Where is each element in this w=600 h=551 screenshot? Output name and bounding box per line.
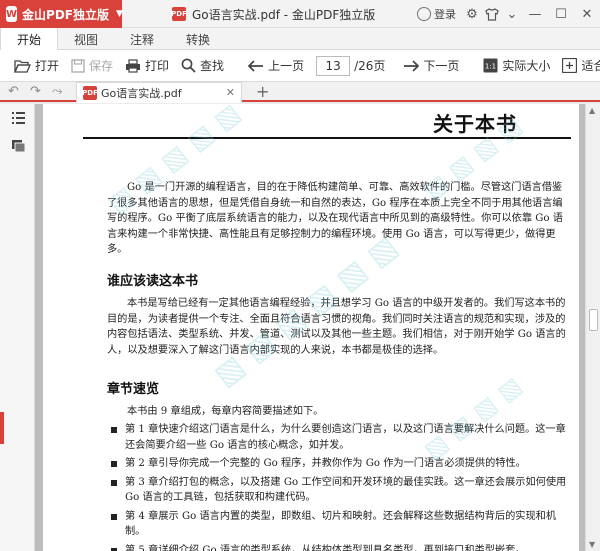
actual-size-button[interactable]: 1:1 实际大小: [483, 57, 550, 74]
list-item: 第 2 章引导你完成一个完整的 Go 程序，并教你作为 Go 作为一门语言必须提…: [107, 456, 571, 472]
fit-button[interactable]: 适合: [562, 57, 600, 74]
user-avatar-icon: [417, 7, 431, 21]
scroll-thumb[interactable]: [589, 309, 598, 331]
find-button[interactable]: 查找: [181, 57, 224, 74]
fit-label: 适合: [581, 59, 600, 73]
prev-page-label: 上一页: [268, 59, 305, 73]
section-heading-audience: 谁应该读这本书: [107, 274, 199, 289]
title-bar: W 金山PDF独立版 ▼ PDF Go语言实战.pdf - 金山PDF独立版 登…: [0, 0, 600, 28]
save-disk-icon: [71, 58, 85, 73]
ribbon-tabs: 开始 视图 注释 转换: [0, 28, 600, 51]
new-tab-plus-icon[interactable]: +: [256, 82, 269, 102]
folder-open-icon: [14, 59, 31, 73]
undo-icon[interactable]: ↶: [8, 84, 19, 99]
document-viewport[interactable]: 关于本书 Go 是一门开源的编程语言，目的在于降低构建简单、可靠、高效软件的门槛…: [35, 104, 585, 551]
title-bar-controls: 登录 ⚙ ⌄ — ☐ ✕: [417, 0, 600, 28]
scroll-down-icon[interactable]: ▼: [589, 540, 595, 549]
fit-page-icon: [562, 58, 578, 73]
section-heading-chapters: 章节速览: [107, 382, 160, 397]
printer-icon: [126, 58, 141, 73]
outline-list-icon[interactable]: [12, 112, 25, 124]
vertical-scrollbar[interactable]: ▲ ▼: [585, 104, 600, 551]
list-item: 第 3 章介绍打包的概念，以及搭建 Go 工作空间和开发环境的最佳实践。这一章还…: [107, 475, 571, 506]
annotations-icon[interactable]: [12, 140, 25, 153]
save-button[interactable]: 保存: [71, 57, 113, 74]
tab-view[interactable]: 视图: [58, 28, 114, 50]
pdf-page: 关于本书 Go 是一门开源的编程语言，目的在于降低构建简单、可靠、高效软件的门槛…: [43, 104, 579, 551]
close-tab-icon[interactable]: ✕: [226, 86, 235, 99]
sidebar-collapse-handle[interactable]: [0, 412, 4, 444]
next-page-label: 下一页: [423, 59, 460, 73]
main-toolbar: 打开 保存 打印 查找 上一页 /26页 下一页 1:1 实际大小: [0, 50, 600, 82]
skin-shirt-icon[interactable]: [482, 0, 502, 28]
chevron-down-icon: ▼: [116, 9, 123, 19]
intro-text: Go 是一门开源的编程语言，目的在于降低构建简单、可靠、高效软件的门槛。尽管这门…: [107, 182, 563, 255]
tab-start[interactable]: 开始: [0, 28, 59, 51]
maximize-button[interactable]: ☐: [548, 0, 574, 28]
audience-paragraph: 本书是写给已经有一定其他语言编程经验，并且想学习 Go 语言的中级开发者的。我们…: [107, 296, 571, 358]
chapters-intro: 本书由 9 章组成，每章内容简要描述如下。: [107, 404, 571, 420]
page-number-input[interactable]: [316, 55, 351, 76]
minimize-button[interactable]: —: [522, 0, 548, 28]
scroll-up-icon[interactable]: ▲: [589, 106, 595, 115]
forward-icon[interactable]: ⤳: [52, 84, 62, 99]
app-window: W 金山PDF独立版 ▼ PDF Go语言实战.pdf - 金山PDF独立版 登…: [0, 0, 600, 551]
list-item: 第 5 章详细介绍 Go 语言的类型系统，从结构体类型到具名类型，再到接口和类型…: [107, 543, 571, 551]
app-logo-icon: W: [6, 6, 18, 22]
app-menu-button[interactable]: W 金山PDF独立版 ▼: [0, 0, 123, 28]
page-heading: 关于本书: [433, 112, 517, 136]
window-title-text: Go语言实战.pdf - 金山PDF独立版: [192, 7, 376, 22]
settings-gear-icon[interactable]: ⚙: [462, 0, 482, 28]
list-item: 第 1 章快速介绍这门语言是什么，为什么要创造这门语言，以及这门语言要解决什么问…: [107, 422, 571, 453]
open-button[interactable]: 打开: [14, 57, 59, 74]
find-label: 查找: [200, 59, 225, 73]
search-icon: [181, 58, 196, 73]
document-tab-label: Go语言实战.pdf: [101, 87, 182, 100]
svg-text:1:1: 1:1: [485, 63, 496, 71]
chapter-list: 第 1 章快速介绍这门语言是什么，为什么要创造这门语言，以及这门语言要解决什么问…: [107, 422, 571, 551]
window-title: PDF Go语言实战.pdf - 金山PDF独立版: [171, 0, 376, 28]
next-page-button[interactable]: 下一页: [403, 57, 459, 74]
intro-paragraph: Go 是一门开源的编程语言，目的在于降低构建简单、可靠、高效软件的门槛。尽管这门…: [107, 180, 571, 258]
arrow-left-icon: [248, 59, 264, 72]
page-total-label: /26页: [354, 59, 386, 73]
login-button[interactable]: 登录: [417, 6, 456, 22]
document-tab-bar: ↶ ↷ ⤳ PDF Go语言实战.pdf ✕ +: [0, 82, 600, 103]
print-button[interactable]: 打印: [125, 57, 169, 74]
save-label: 保存: [89, 59, 114, 73]
actual-size-label: 实际大小: [502, 59, 551, 73]
app-brand-label: 金山PDF独立版: [22, 7, 109, 22]
left-sidebar: [0, 104, 35, 551]
close-window-button[interactable]: ✕: [574, 0, 600, 28]
print-label: 打印: [145, 59, 170, 73]
menu-chevron-down-icon[interactable]: ⌄: [502, 0, 522, 28]
heading-rule: [83, 137, 571, 139]
audience-text: 本书是写给已经有一定其他语言编程经验，并且想学习 Go 语言的中级开发者的。我们…: [107, 298, 566, 356]
open-label: 打开: [35, 59, 60, 73]
arrow-right-icon: [404, 59, 420, 72]
pdf-file-icon: PDF: [82, 86, 98, 100]
login-label: 登录: [434, 8, 456, 21]
tab-annotate[interactable]: 注释: [114, 28, 170, 50]
pdf-file-icon: PDF: [171, 7, 187, 21]
actual-size-icon: 1:1: [483, 58, 498, 73]
tab-convert[interactable]: 转换: [170, 28, 226, 50]
document-tab[interactable]: PDF Go语言实战.pdf ✕: [76, 82, 242, 103]
prev-page-button[interactable]: 上一页: [248, 57, 304, 74]
list-item: 第 4 章展示 Go 语言内置的类型，即数组、切片和映射。还会解释这些数据结构背…: [107, 509, 571, 540]
redo-icon[interactable]: ↷: [30, 84, 41, 99]
chapters-intro-text: 本书由 9 章组成，每章内容简要描述如下。: [127, 406, 324, 417]
